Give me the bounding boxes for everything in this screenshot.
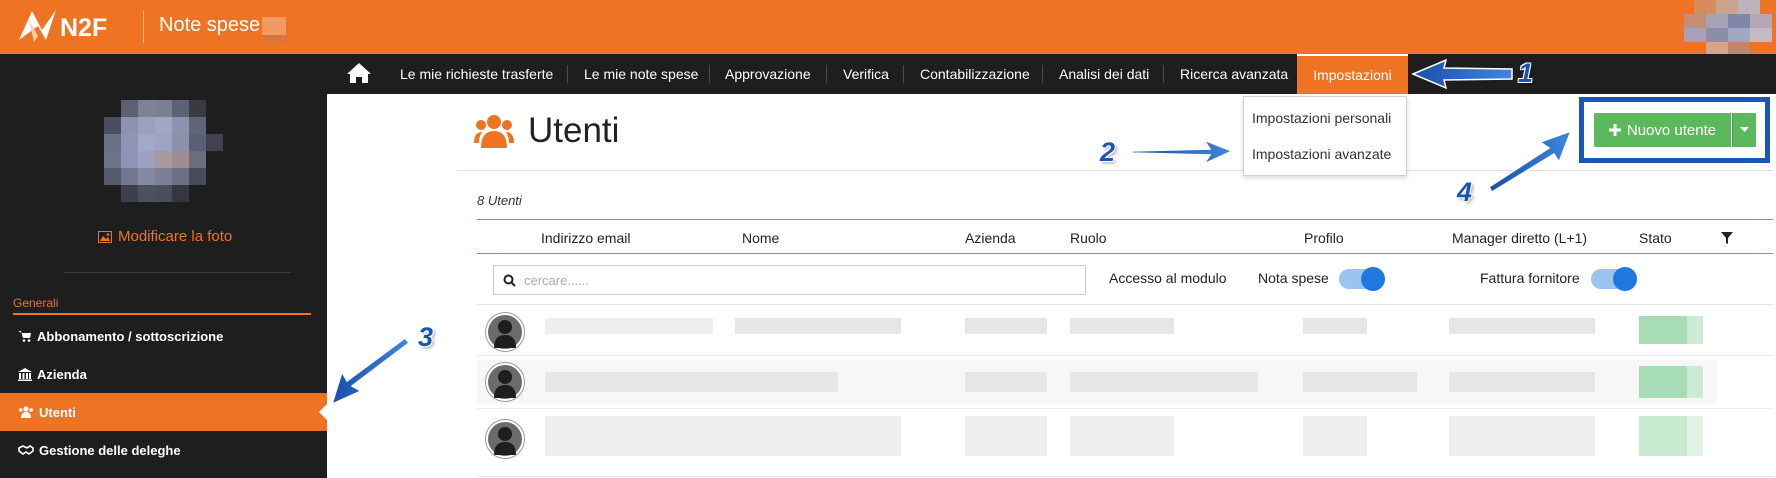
annotation-number-1: 1 bbox=[1518, 58, 1534, 88]
arrow-4 bbox=[1487, 129, 1573, 194]
annotation-number-3: 3 bbox=[418, 322, 434, 352]
annotation-number-4: 4 bbox=[1457, 177, 1473, 207]
arrow-3 bbox=[330, 336, 411, 406]
arrow-2 bbox=[1131, 138, 1234, 166]
arrow-1 bbox=[1411, 58, 1513, 90]
annotation-arrows bbox=[330, 58, 1573, 406]
annotation-number-2: 2 bbox=[1100, 137, 1116, 167]
screenshot-root: N2F Note spese Le mie richieste trasfert… bbox=[0, 0, 1776, 478]
